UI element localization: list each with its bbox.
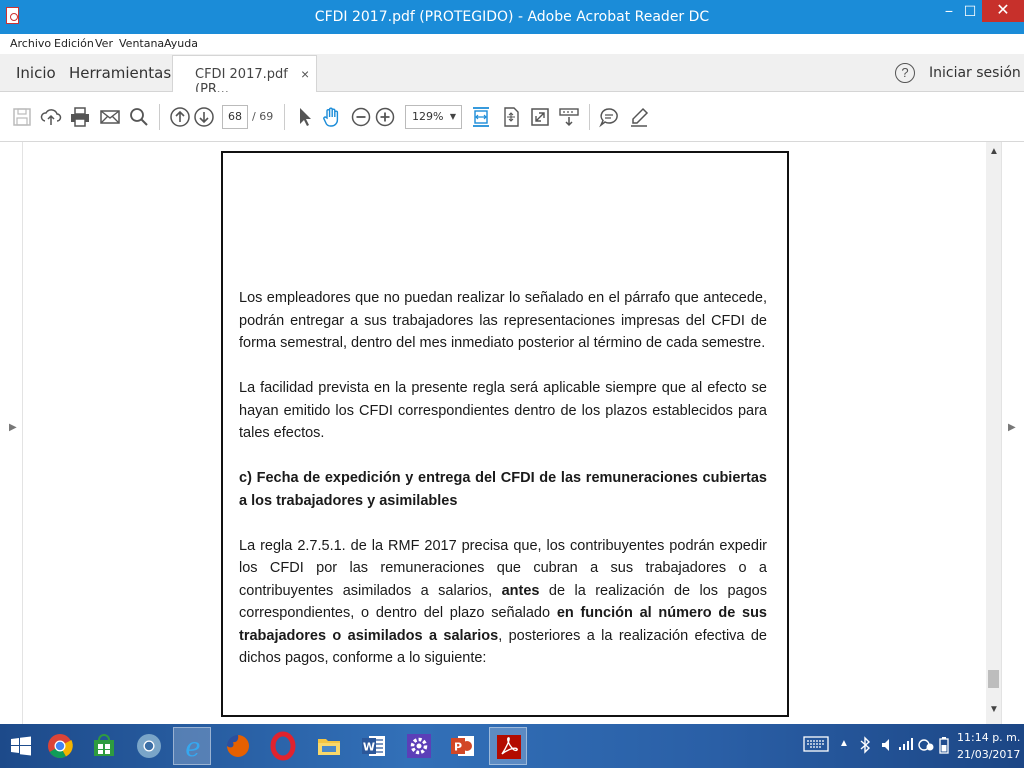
bluetooth-icon[interactable] bbox=[859, 736, 871, 757]
hand-tool-icon[interactable] bbox=[321, 106, 343, 128]
internet-explorer-icon[interactable]: e bbox=[173, 727, 211, 765]
opera-icon[interactable] bbox=[264, 727, 302, 765]
maximize-button[interactable]: ☐ bbox=[956, 0, 984, 22]
paragraph: Los empleadores que no puedan realizar l… bbox=[239, 290, 767, 351]
scrolling-mode-icon[interactable] bbox=[558, 106, 580, 128]
zoom-value: 129% bbox=[412, 110, 444, 123]
svg-text:e: e bbox=[185, 733, 200, 763]
menu-bar: Archivo Edición Ver Ventana Ayuda bbox=[0, 34, 1024, 54]
zoom-level-select[interactable]: 129% ▼ bbox=[405, 105, 462, 129]
page-number-input[interactable]: 68 bbox=[222, 105, 248, 129]
word-icon[interactable]: W bbox=[355, 727, 393, 765]
close-tab-icon[interactable]: × bbox=[301, 66, 309, 82]
start-button[interactable] bbox=[2, 727, 40, 765]
settings-gear-icon[interactable] bbox=[400, 727, 438, 765]
toolbar-separator bbox=[159, 104, 160, 130]
firefox-icon[interactable] bbox=[219, 727, 257, 765]
fit-page-icon[interactable] bbox=[500, 106, 522, 128]
highlight-pen-icon[interactable] bbox=[628, 106, 650, 128]
chevron-down-icon: ▼ bbox=[449, 112, 456, 121]
action-center-icon[interactable] bbox=[917, 736, 935, 757]
right-panel-toggle[interactable]: ▶ bbox=[1001, 142, 1024, 724]
close-button[interactable]: ✕ bbox=[982, 0, 1024, 22]
clock-time: 11:14 p. m. bbox=[957, 731, 1021, 744]
full-screen-icon[interactable] bbox=[529, 106, 551, 128]
expand-left-panel-icon[interactable]: ▶ bbox=[9, 422, 17, 433]
section-heading: c) Fecha de expedición y entrega del CFD… bbox=[239, 470, 767, 509]
store-icon[interactable] bbox=[85, 727, 123, 765]
left-panel-toggle[interactable]: ▶ bbox=[0, 142, 23, 724]
taskbar: e W P ▲ 11:14 p. m. 21/03/2017 bbox=[0, 724, 1024, 768]
page-text: Los empleadores que no puedan realizar l… bbox=[239, 287, 767, 692]
network-icon[interactable] bbox=[898, 737, 914, 754]
volume-icon[interactable] bbox=[880, 736, 894, 757]
expand-right-panel-icon[interactable]: ▶ bbox=[1008, 422, 1016, 433]
paragraph: La regla 2.7.5.1. de la RMF 2017 precisa… bbox=[239, 537, 767, 667]
document-viewer[interactable]: ▶ ▲ ▼ ▶ Los empleadores que no puedan re… bbox=[0, 142, 1024, 724]
menu-edicion[interactable]: Edición bbox=[54, 37, 94, 50]
search-icon[interactable] bbox=[128, 106, 150, 128]
paragraph: La facilidad prevista en la presente reg… bbox=[239, 380, 767, 441]
previous-page-icon[interactable] bbox=[169, 106, 191, 128]
print-icon[interactable] bbox=[69, 106, 91, 128]
tab-tools[interactable]: Herramientas bbox=[69, 64, 171, 82]
cloud-upload-icon[interactable] bbox=[40, 106, 62, 128]
window-title: CFDI 2017.pdf (PROTEGIDO) - Adobe Acroba… bbox=[314, 9, 710, 25]
tab-home[interactable]: Inicio bbox=[16, 64, 56, 82]
select-cursor-icon[interactable] bbox=[294, 106, 316, 128]
menu-archivo[interactable]: Archivo bbox=[10, 37, 51, 50]
battery-icon[interactable] bbox=[939, 736, 949, 757]
email-icon[interactable] bbox=[99, 106, 121, 128]
acrobat-reader-icon[interactable] bbox=[489, 727, 527, 765]
svg-text:W: W bbox=[363, 741, 375, 754]
scrollbar-thumb[interactable] bbox=[988, 670, 999, 688]
sign-in-link[interactable]: Iniciar sesión bbox=[929, 65, 1021, 81]
file-explorer-icon[interactable] bbox=[310, 727, 348, 765]
save-icon[interactable] bbox=[11, 106, 33, 128]
tab-bar: Inicio Herramientas CFDI 2017.pdf (PR...… bbox=[0, 54, 1024, 97]
powerpoint-icon[interactable]: P bbox=[444, 727, 482, 765]
tab-document[interactable]: CFDI 2017.pdf (PR... × bbox=[172, 55, 317, 97]
toolbar-separator bbox=[589, 104, 590, 130]
chrome-canary-icon[interactable] bbox=[130, 727, 168, 765]
fit-page-width-icon[interactable] bbox=[470, 106, 492, 128]
keyboard-icon[interactable] bbox=[803, 735, 829, 756]
svg-text:P: P bbox=[454, 741, 462, 754]
zoom-in-icon[interactable] bbox=[374, 106, 396, 128]
menu-ventana[interactable]: Ventana bbox=[119, 37, 164, 50]
next-page-icon[interactable] bbox=[193, 106, 215, 128]
title-bar: CFDI 2017.pdf (PROTEGIDO) - Adobe Acroba… bbox=[0, 0, 1024, 34]
pdf-page: Los empleadores que no puedan realizar l… bbox=[221, 151, 789, 717]
help-icon[interactable]: ? bbox=[895, 63, 915, 83]
toolbar-separator bbox=[284, 104, 285, 130]
clock[interactable]: 11:14 p. m. 21/03/2017 bbox=[957, 729, 1020, 763]
vertical-scrollbar[interactable]: ▲ ▼ bbox=[986, 142, 1001, 724]
scroll-up-icon[interactable]: ▲ bbox=[989, 146, 999, 157]
zoom-out-icon[interactable] bbox=[350, 106, 372, 128]
page-total: / 69 bbox=[252, 110, 274, 123]
clock-date: 21/03/2017 bbox=[957, 748, 1021, 761]
toolbar: 68 / 69 129% ▼ bbox=[0, 92, 1024, 142]
chrome-icon[interactable] bbox=[41, 727, 79, 765]
show-hidden-icons[interactable]: ▲ bbox=[839, 738, 849, 749]
menu-ayuda[interactable]: Ayuda bbox=[164, 37, 198, 50]
menu-ver[interactable]: Ver bbox=[95, 37, 113, 50]
comment-icon[interactable] bbox=[598, 106, 620, 128]
scroll-down-icon[interactable]: ▼ bbox=[989, 704, 999, 715]
